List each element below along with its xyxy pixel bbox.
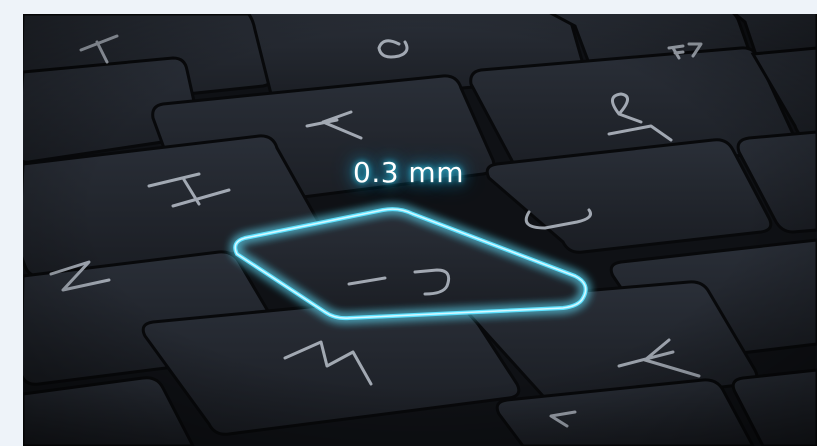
keyboard-photo: 0.3 mm — [23, 14, 817, 446]
keyboard-illustration — [23, 14, 817, 446]
key-travel-label: 0.3 mm — [353, 156, 464, 189]
